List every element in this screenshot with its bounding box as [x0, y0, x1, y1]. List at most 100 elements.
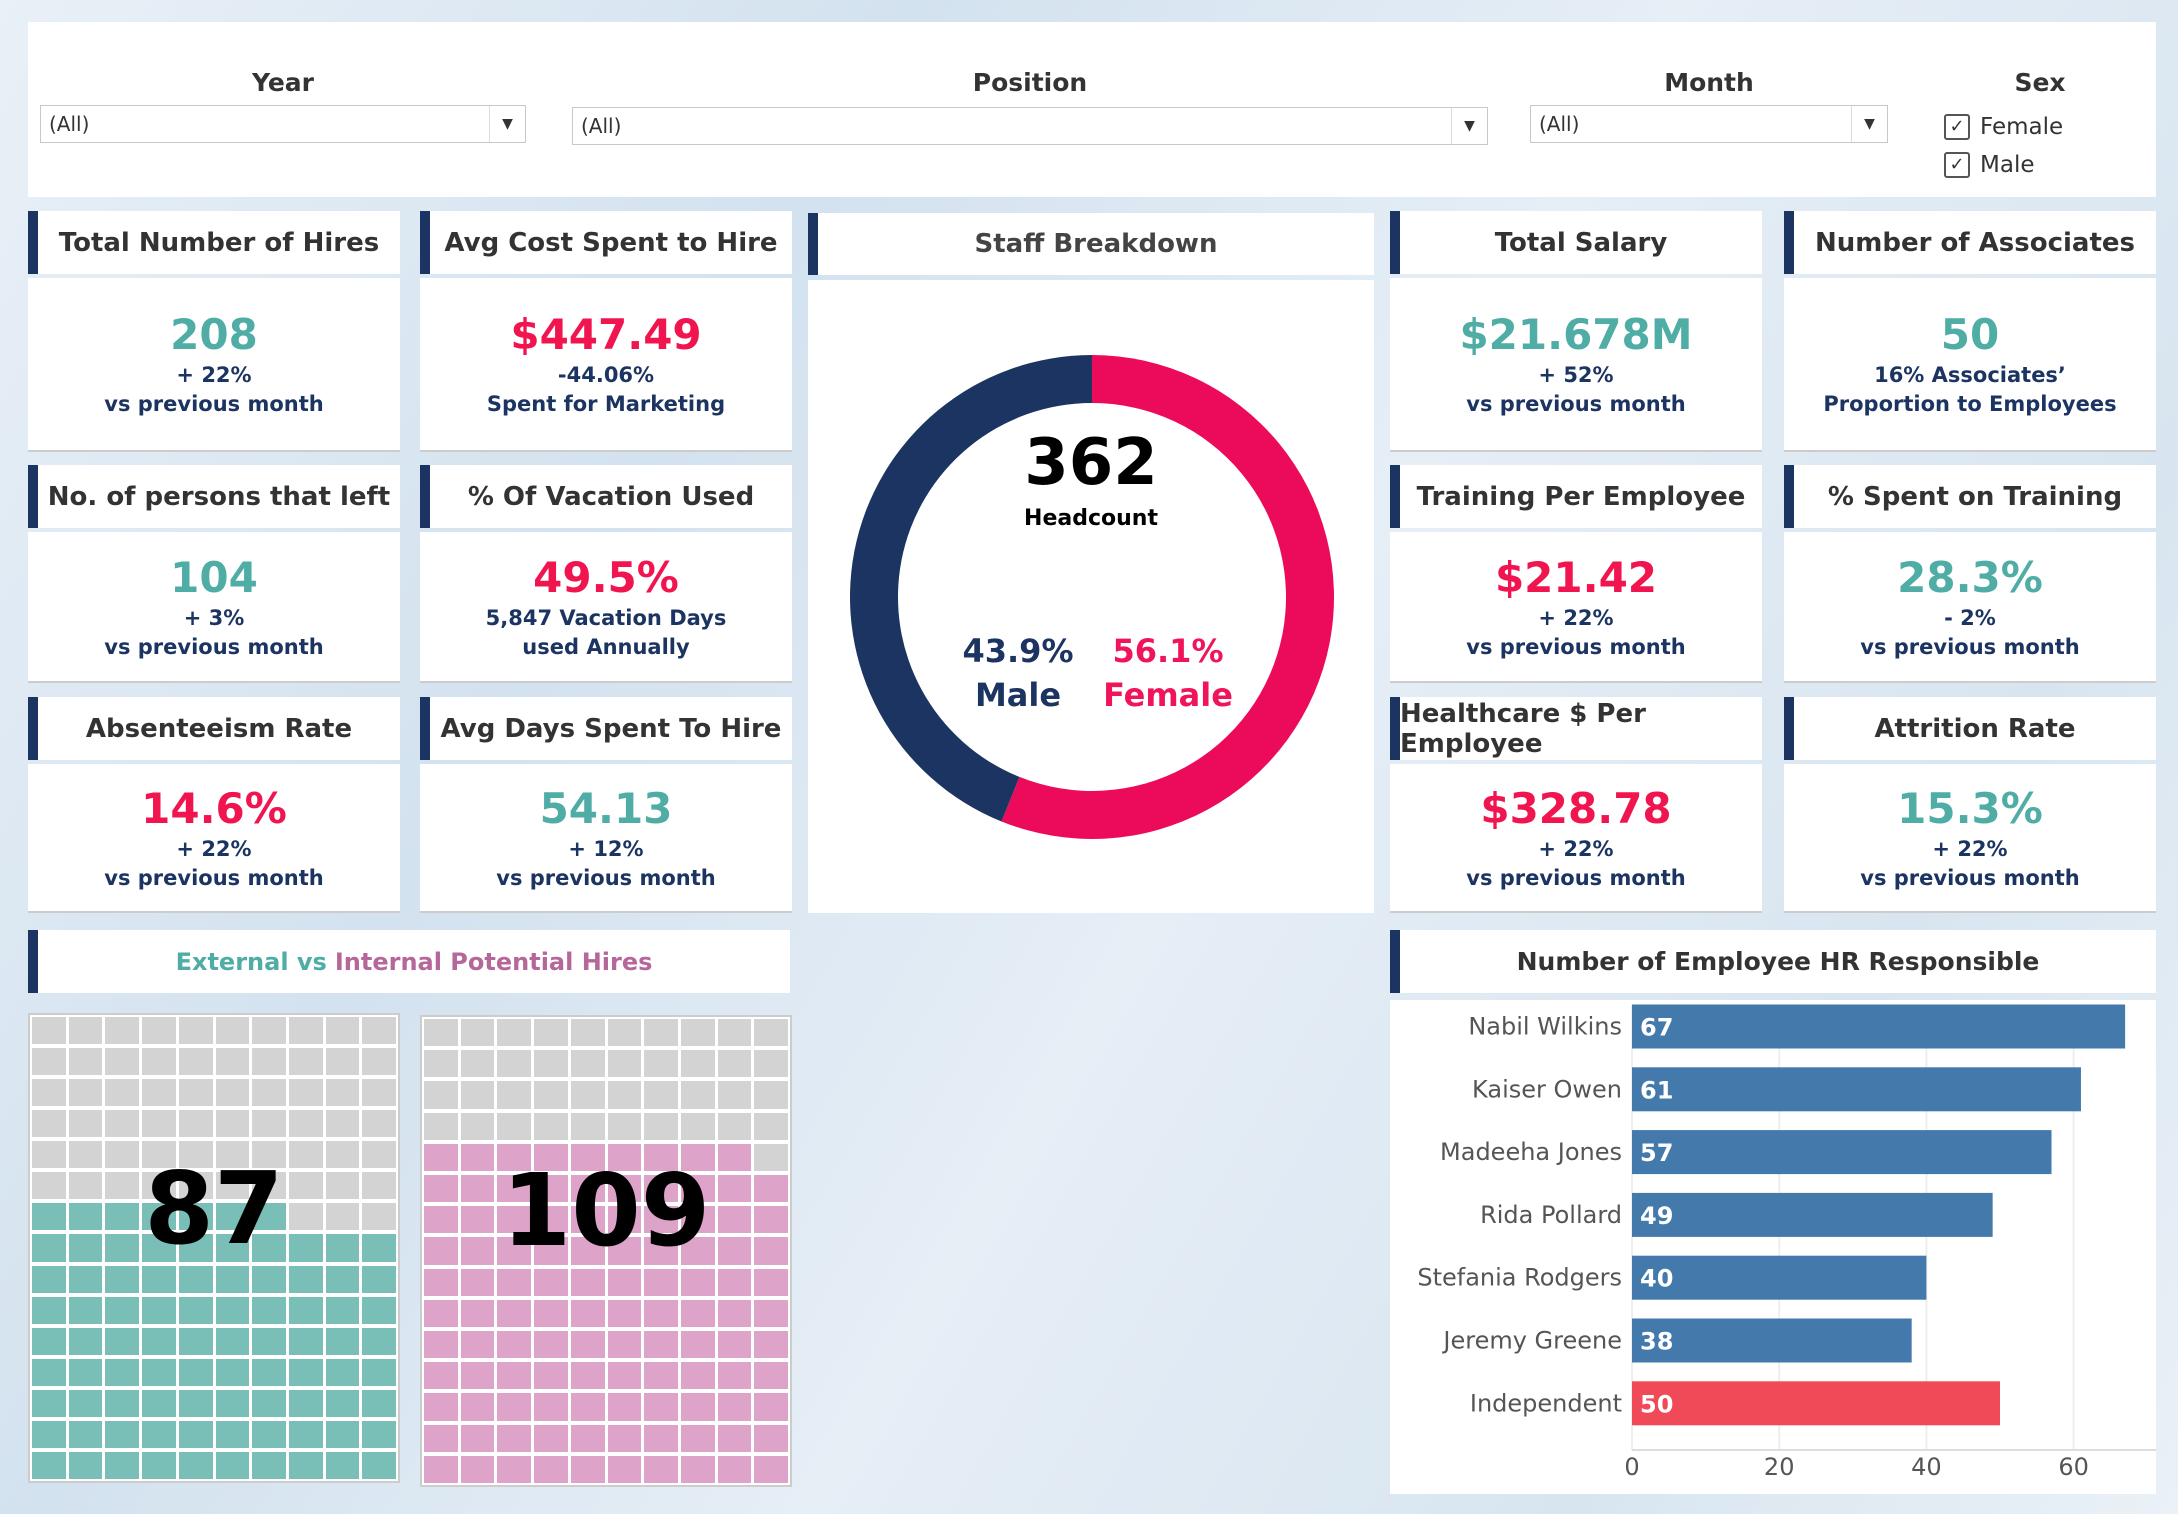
waffle-cell [607, 1299, 642, 1327]
category-label: Madeeha Jones [1440, 1138, 1622, 1166]
male-pct: 43.9% [962, 632, 1074, 670]
bar-value-label: 40 [1640, 1265, 1673, 1293]
month-value: (All) [1539, 112, 1580, 136]
bar[interactable] [1632, 1318, 1912, 1363]
waffle-title-internal: Internal Potential Hires [334, 947, 653, 976]
waffle-cell [570, 1050, 605, 1078]
waffle-cell [754, 1362, 788, 1390]
waffle-cell [362, 1296, 396, 1324]
waffle-cell [754, 1299, 788, 1327]
waffle-cell [607, 1330, 642, 1359]
bar[interactable] [1632, 1381, 2000, 1426]
kpi-caption: vs previous month [1466, 865, 1686, 890]
bar-value-label: 61 [1640, 1076, 1673, 1104]
waffle-cell [497, 1268, 532, 1296]
waffle-cell [644, 1424, 678, 1452]
kpi-caption: Proportion to Employees [1823, 392, 2117, 416]
waffle-cell [644, 1393, 678, 1421]
waffle-cell [497, 1299, 532, 1327]
x-tick-label: 20 [1764, 1453, 1795, 1481]
kpi-card: $328.78 + 22% vs previous month [1390, 764, 1762, 913]
waffle-cell [215, 1389, 250, 1417]
kpi-title: % Spent on Training [1827, 481, 2123, 512]
waffle-cell [142, 1110, 176, 1138]
bar-value-label: 49 [1640, 1202, 1673, 1230]
waffle-cell [424, 1268, 458, 1296]
kpi-header: Total Salary [1390, 211, 1762, 274]
waffle-cell [607, 1081, 642, 1109]
kpi-title: Training Per Employee [1416, 481, 1746, 512]
male-segment [850, 355, 1092, 822]
kpi-card: $21.42 + 22% vs previous month [1390, 532, 1762, 683]
waffle-cell [178, 1048, 213, 1076]
staff-breakdown-title: Staff Breakdown [974, 229, 1218, 259]
waffle-cell [32, 1451, 66, 1479]
bar[interactable] [1632, 1255, 1927, 1300]
waffle-cell [754, 1019, 788, 1047]
waffle-cell [424, 1019, 458, 1047]
year-label: Year [252, 68, 314, 97]
female-label: Female [1103, 676, 1233, 714]
bar[interactable] [1632, 1130, 2052, 1175]
waffle-cell [680, 1330, 715, 1359]
waffle-cell [362, 1079, 396, 1107]
waffle-cell [644, 1268, 678, 1296]
kpi-value: 208 [170, 310, 258, 359]
kpi-change: -44.06% [557, 363, 655, 387]
male-checkbox[interactable]: ✓ Male [1944, 152, 2034, 178]
waffle-cell [362, 1389, 396, 1417]
waffle-cell [534, 1112, 568, 1140]
waffle-cell [754, 1112, 788, 1140]
waffle-cell [178, 1451, 213, 1479]
waffle-cell [644, 1330, 678, 1359]
position-label: Position [972, 68, 1088, 97]
kpi-title: Attrition Rate [1874, 713, 2076, 744]
waffle-cell [215, 1420, 250, 1448]
waffle-cell [215, 1451, 250, 1479]
female-checkbox[interactable]: ✓ Female [1944, 114, 2063, 140]
waffle-cell [570, 1268, 605, 1296]
category-label: Stefania Rodgers [1417, 1264, 1622, 1292]
waffle-cell [68, 1079, 103, 1107]
waffle-cell [680, 1424, 715, 1452]
kpi-caption: vs previous month [104, 634, 324, 659]
kpi-card: 49.5% 5,847 Vacation Days used Annually [420, 532, 792, 683]
waffle-cell [178, 1017, 213, 1045]
kpi-change: + 12% [568, 836, 644, 861]
kpi-header: % Spent on Training [1784, 465, 2156, 528]
kpi-value: 28.3% [1897, 552, 2043, 602]
waffle-cell [105, 1420, 140, 1448]
kpi-change: + 52% [1538, 363, 1614, 387]
kpi-change: + 22% [176, 836, 252, 861]
waffle-cell [288, 1017, 323, 1045]
waffle-cell [362, 1017, 396, 1045]
waffle-cell [717, 1455, 752, 1483]
kpi-value: 104 [170, 552, 258, 602]
waffle-cell [362, 1048, 396, 1076]
waffle-cell [534, 1362, 568, 1390]
waffle-cell [717, 1299, 752, 1327]
month-dropdown[interactable]: (All) ▼ [1530, 105, 1888, 143]
kpi-change: 16% Associates’ [1874, 363, 2066, 387]
position-dropdown[interactable]: (All) ▼ [572, 107, 1488, 145]
waffle-cell [105, 1358, 140, 1386]
waffle-cell [178, 1327, 213, 1355]
kpi-card: 15.3% + 22% vs previous month [1784, 764, 2156, 913]
kpi-caption: vs previous month [1860, 634, 2080, 659]
waffle-cell [534, 1050, 568, 1078]
waffle-title-external: External vs [175, 947, 327, 976]
waffle-cell [252, 1265, 286, 1293]
bar[interactable] [1632, 1067, 2081, 1112]
kpi-card: $447.49 -44.06% Spent for Marketing [420, 278, 792, 452]
waffle-cell [105, 1079, 140, 1107]
waffle-cell [534, 1424, 568, 1452]
checkmark-icon: ✓ [1944, 114, 1970, 140]
waffle-cell [32, 1389, 66, 1417]
waffle-cell [680, 1019, 715, 1047]
waffle-cell [424, 1393, 458, 1421]
year-dropdown[interactable]: (All) ▼ [40, 105, 526, 143]
bar[interactable] [1632, 1004, 2126, 1049]
waffle-cell [68, 1017, 103, 1045]
bar[interactable] [1632, 1192, 1993, 1237]
waffle-cell [325, 1389, 360, 1417]
